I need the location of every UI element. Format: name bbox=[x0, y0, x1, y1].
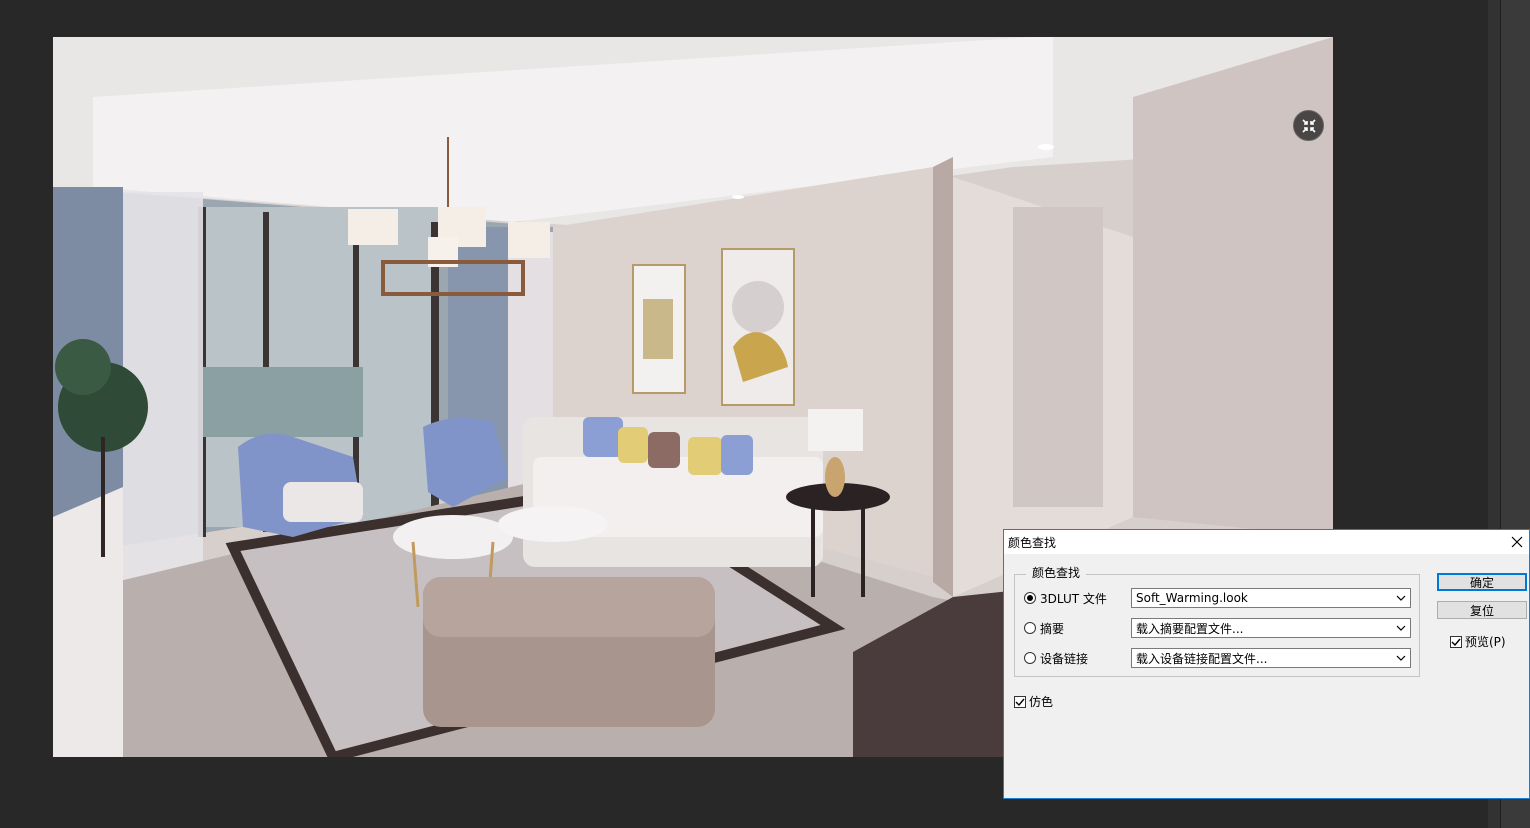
dialog-title: 颜色查找 bbox=[1008, 536, 1057, 550]
option-abstract[interactable]: 摘要 bbox=[1024, 617, 1064, 639]
option-3dlut[interactable]: 3DLUT 文件 bbox=[1024, 587, 1107, 609]
chevron-down-icon bbox=[1396, 595, 1406, 601]
preview-checkbox[interactable] bbox=[1450, 635, 1462, 648]
preview-label: 预览(P) bbox=[1465, 635, 1506, 649]
3dlut-file-value: Soft_Warming.look bbox=[1136, 591, 1248, 605]
option-3dlut-label: 3DLUT 文件 bbox=[1040, 591, 1107, 606]
dialog-titlebar[interactable]: 颜色查找 bbox=[1004, 530, 1529, 554]
dither-checkbox[interactable] bbox=[1014, 695, 1026, 708]
abstract-profile-value: 载入摘要配置文件... bbox=[1136, 621, 1244, 636]
close-button[interactable] bbox=[1505, 530, 1529, 554]
collapse-arrows-icon bbox=[1301, 118, 1316, 133]
preview-checkbox-row[interactable]: 预览(P) bbox=[1450, 633, 1506, 650]
ok-button[interactable]: 确定 bbox=[1437, 573, 1527, 591]
radio-3dlut[interactable] bbox=[1024, 592, 1036, 604]
chevron-down-icon bbox=[1396, 625, 1406, 631]
option-device-link[interactable]: 设备链接 bbox=[1024, 647, 1088, 669]
lookup-group-label: 颜色查找 bbox=[1026, 564, 1087, 581]
close-icon bbox=[1511, 536, 1523, 548]
checkmark-icon bbox=[1015, 698, 1025, 706]
option-device-link-label: 设备链接 bbox=[1040, 651, 1089, 666]
radio-device-link[interactable] bbox=[1024, 652, 1036, 664]
reset-button[interactable]: 复位 bbox=[1437, 601, 1527, 619]
3dlut-file-select[interactable]: Soft_Warming.look bbox=[1131, 588, 1411, 608]
collapse-view-button[interactable] bbox=[1293, 110, 1324, 141]
chevron-down-icon bbox=[1396, 655, 1406, 661]
abstract-profile-select[interactable]: 载入摘要配置文件... bbox=[1131, 618, 1411, 638]
color-lookup-dialog: 颜色查找 颜色查找 3DLUT 文件 Soft_Warming.look 摘要 … bbox=[1003, 529, 1530, 799]
dither-label: 仿色 bbox=[1029, 695, 1054, 709]
option-abstract-label: 摘要 bbox=[1040, 621, 1065, 636]
dither-checkbox-row[interactable]: 仿色 bbox=[1014, 693, 1053, 710]
radio-abstract[interactable] bbox=[1024, 622, 1036, 634]
checkmark-icon bbox=[1451, 638, 1461, 646]
device-link-profile-value: 载入设备链接配置文件... bbox=[1136, 651, 1268, 666]
device-link-profile-select[interactable]: 载入设备链接配置文件... bbox=[1131, 648, 1411, 668]
